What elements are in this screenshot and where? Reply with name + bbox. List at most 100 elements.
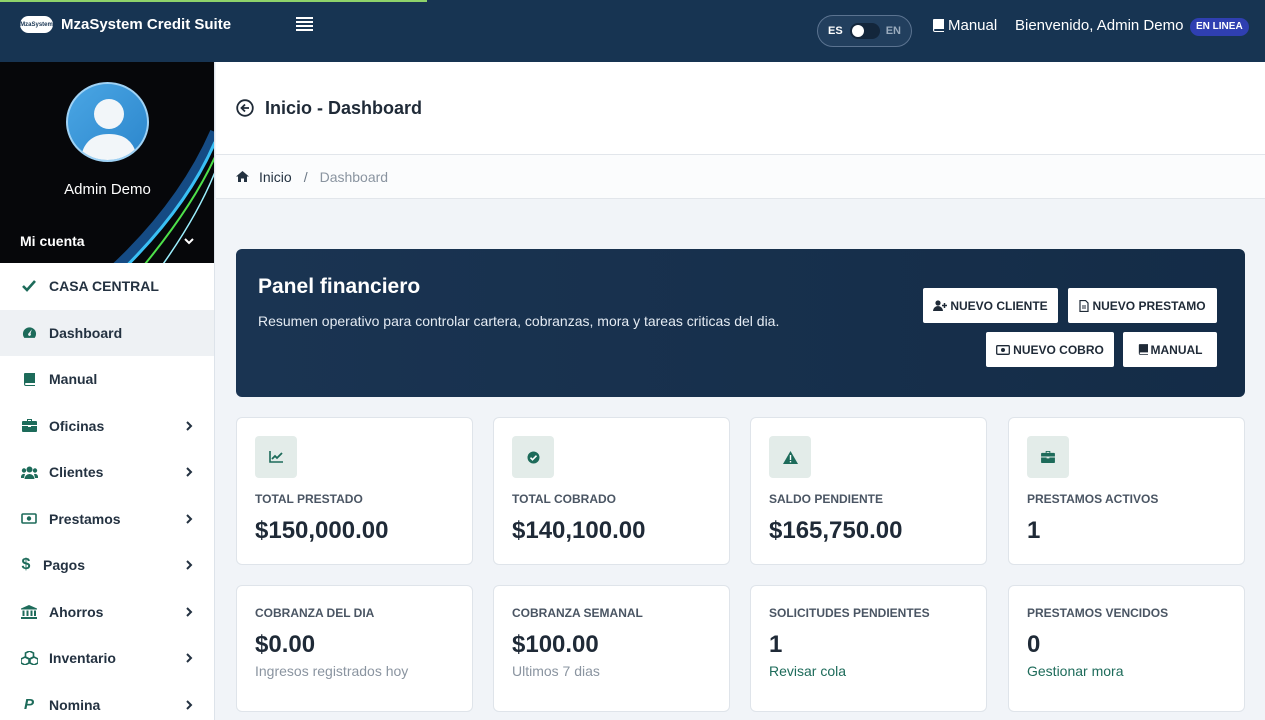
bank-icon xyxy=(20,604,38,619)
brand-logo: MzaSystem xyxy=(20,16,53,33)
sidebar-nav: CASA CENTRAL Dashboard Manual Oficinas C… xyxy=(0,263,214,720)
users-icon xyxy=(20,466,38,479)
sidebar-item-pagos[interactable]: $ Pagos xyxy=(0,542,214,589)
chevron-right-icon xyxy=(184,653,194,663)
review-queue-link[interactable]: Revisar cola xyxy=(769,663,846,679)
top-navbar: MzaSystem MzaSystem Credit Suite ES EN M… xyxy=(0,0,1265,62)
stat-value: $150,000.00 xyxy=(255,517,389,544)
back-arrow-icon[interactable] xyxy=(236,99,254,117)
chevron-right-icon xyxy=(184,467,194,477)
money-icon xyxy=(20,513,38,525)
new-loan-label: NUEVO PRESTAMO xyxy=(1092,298,1206,313)
brand[interactable]: MzaSystem MzaSystem Credit Suite xyxy=(20,16,231,33)
page-title: Inicio - Dashboard xyxy=(265,97,423,118)
metric-note: Ultimos 7 dias xyxy=(512,663,600,679)
chart-line-icon xyxy=(255,436,297,478)
sidebar-item-nomina[interactable]: P Nomina xyxy=(0,682,214,720)
avatar[interactable] xyxy=(66,82,149,162)
stat-value: $140,100.00 xyxy=(512,517,646,544)
stat-label: TOTAL PRESTADO xyxy=(255,492,363,506)
stat-label: TOTAL COBRADO xyxy=(512,492,616,506)
new-payment-button[interactable]: NUEVO COBRO xyxy=(986,332,1114,367)
stat-value: $165,750.00 xyxy=(769,517,903,544)
chevron-right-icon xyxy=(184,560,194,570)
sidebar-item-label: Nomina xyxy=(49,696,101,713)
loading-progress-bar xyxy=(0,0,427,2)
new-client-label: NUEVO CLIENTE xyxy=(950,298,1048,313)
lang-es-label: ES xyxy=(828,25,843,37)
stat-value: 1 xyxy=(1027,517,1041,544)
sidebar-item-dashboard[interactable]: Dashboard xyxy=(0,309,214,356)
language-toggle[interactable]: ES EN xyxy=(817,15,912,47)
sidebar-item-label: Clientes xyxy=(49,464,104,481)
warning-icon xyxy=(769,436,811,478)
stat-card-total-cobrado: TOTAL COBRADO $140,100.00 xyxy=(493,417,730,565)
paypal-icon: P xyxy=(23,696,34,714)
metric-note: Ingresos registrados hoy xyxy=(255,663,409,679)
breadcrumb-current: Dashboard xyxy=(319,168,389,185)
dashboard-icon xyxy=(20,326,38,339)
book-icon xyxy=(20,372,38,386)
chevron-right-icon xyxy=(184,607,194,617)
manual-button-label: MANUAL xyxy=(1150,342,1203,357)
user-plus-icon xyxy=(933,300,948,311)
sidebar-item-ahorros[interactable]: Ahorros xyxy=(0,589,214,636)
metric-label: SOLICITUDES PENDIENTES xyxy=(769,606,930,620)
new-loan-button[interactable]: NUEVO PRESTAMO xyxy=(1068,288,1217,323)
new-payment-label: NUEVO COBRO xyxy=(1013,342,1104,357)
sidebar-item-label: Ahorros xyxy=(49,603,104,620)
briefcase-icon xyxy=(1027,436,1069,478)
manual-link[interactable]: Manual xyxy=(932,17,997,34)
cubes-icon xyxy=(20,651,38,666)
sidebar-item-oficinas[interactable]: Oficinas xyxy=(0,403,214,450)
language-switch[interactable] xyxy=(849,23,880,39)
menu-toggle-icon[interactable] xyxy=(296,17,313,31)
financial-panel-banner: Panel financiero Resumen operativo para … xyxy=(236,249,1245,397)
metric-card-cobranza-dia: COBRANZA DEL DIA $0.00 Ingresos registra… xyxy=(236,585,473,712)
sidebar-item-manual[interactable]: Manual xyxy=(0,356,214,403)
financial-panel-subtitle: Resumen operativo para controlar cartera… xyxy=(258,313,780,329)
user-name: Admin Demo xyxy=(64,181,151,198)
sidebar-item-prestamos[interactable]: Prestamos xyxy=(0,496,214,543)
book-icon xyxy=(933,19,944,32)
stat-label: PRESTAMOS ACTIVOS xyxy=(1027,492,1159,506)
sidebar-item-label: Inventario xyxy=(49,650,116,667)
chevron-down-icon xyxy=(184,237,194,244)
sidebar-item-label: CASA CENTRAL xyxy=(49,278,159,295)
chevron-right-icon xyxy=(184,700,194,710)
sidebar-item-label: Prestamos xyxy=(49,510,121,527)
chevron-right-icon xyxy=(184,421,194,431)
sidebar-item-inventario[interactable]: Inventario xyxy=(0,635,214,682)
briefcase-icon xyxy=(20,419,38,433)
new-client-button[interactable]: NUEVO CLIENTE xyxy=(923,288,1058,323)
user-panel: Admin Demo Mi cuenta xyxy=(0,62,214,263)
metric-label: COBRANZA SEMANAL xyxy=(512,606,643,620)
money-icon xyxy=(996,344,1011,355)
stat-card-total-prestado: TOTAL PRESTADO $150,000.00 xyxy=(236,417,473,565)
stat-card-saldo-pendiente: SALDO PENDIENTE $165,750.00 xyxy=(750,417,987,565)
stat-card-prestamos-activos: PRESTAMOS ACTIVOS 1 xyxy=(1008,417,1245,565)
manage-overdue-link[interactable]: Gestionar mora xyxy=(1027,663,1123,679)
manual-button[interactable]: MANUAL xyxy=(1123,332,1217,367)
manual-link-label: Manual xyxy=(948,17,998,34)
financial-panel-title: Panel financiero xyxy=(258,275,421,298)
metric-value: 1 xyxy=(769,631,783,658)
page-header: Inicio - Dashboard xyxy=(216,62,1265,155)
metric-card-prestamos-vencidos: PRESTAMOS VENCIDOS 0 Gestionar mora xyxy=(1008,585,1245,712)
breadcrumb-home-link[interactable]: Inicio xyxy=(259,169,292,185)
check-circle-icon xyxy=(512,436,554,478)
sidebar-item-casa-central[interactable]: CASA CENTRAL xyxy=(0,263,214,310)
breadcrumb-separator: / xyxy=(303,168,308,185)
metric-card-solicitudes-pendientes: SOLICITUDES PENDIENTES 1 Revisar cola xyxy=(750,585,987,712)
dollar-icon: $ xyxy=(21,556,31,574)
sidebar: Admin Demo Mi cuenta CASA CENTRAL Dashbo… xyxy=(0,62,215,720)
sidebar-item-label: Manual xyxy=(49,371,98,388)
my-account-toggle[interactable]: Mi cuenta xyxy=(20,233,194,249)
metric-label: COBRANZA DEL DIA xyxy=(255,606,375,620)
sidebar-item-label: Oficinas xyxy=(49,417,105,434)
my-account-label: Mi cuenta xyxy=(20,233,85,249)
status-badge: EN LINEA xyxy=(1190,18,1249,36)
metric-card-cobranza-semanal: COBRANZA SEMANAL $100.00 Ultimos 7 dias xyxy=(493,585,730,712)
sidebar-item-clientes[interactable]: Clientes xyxy=(0,449,214,496)
metric-value: 0 xyxy=(1027,631,1041,658)
